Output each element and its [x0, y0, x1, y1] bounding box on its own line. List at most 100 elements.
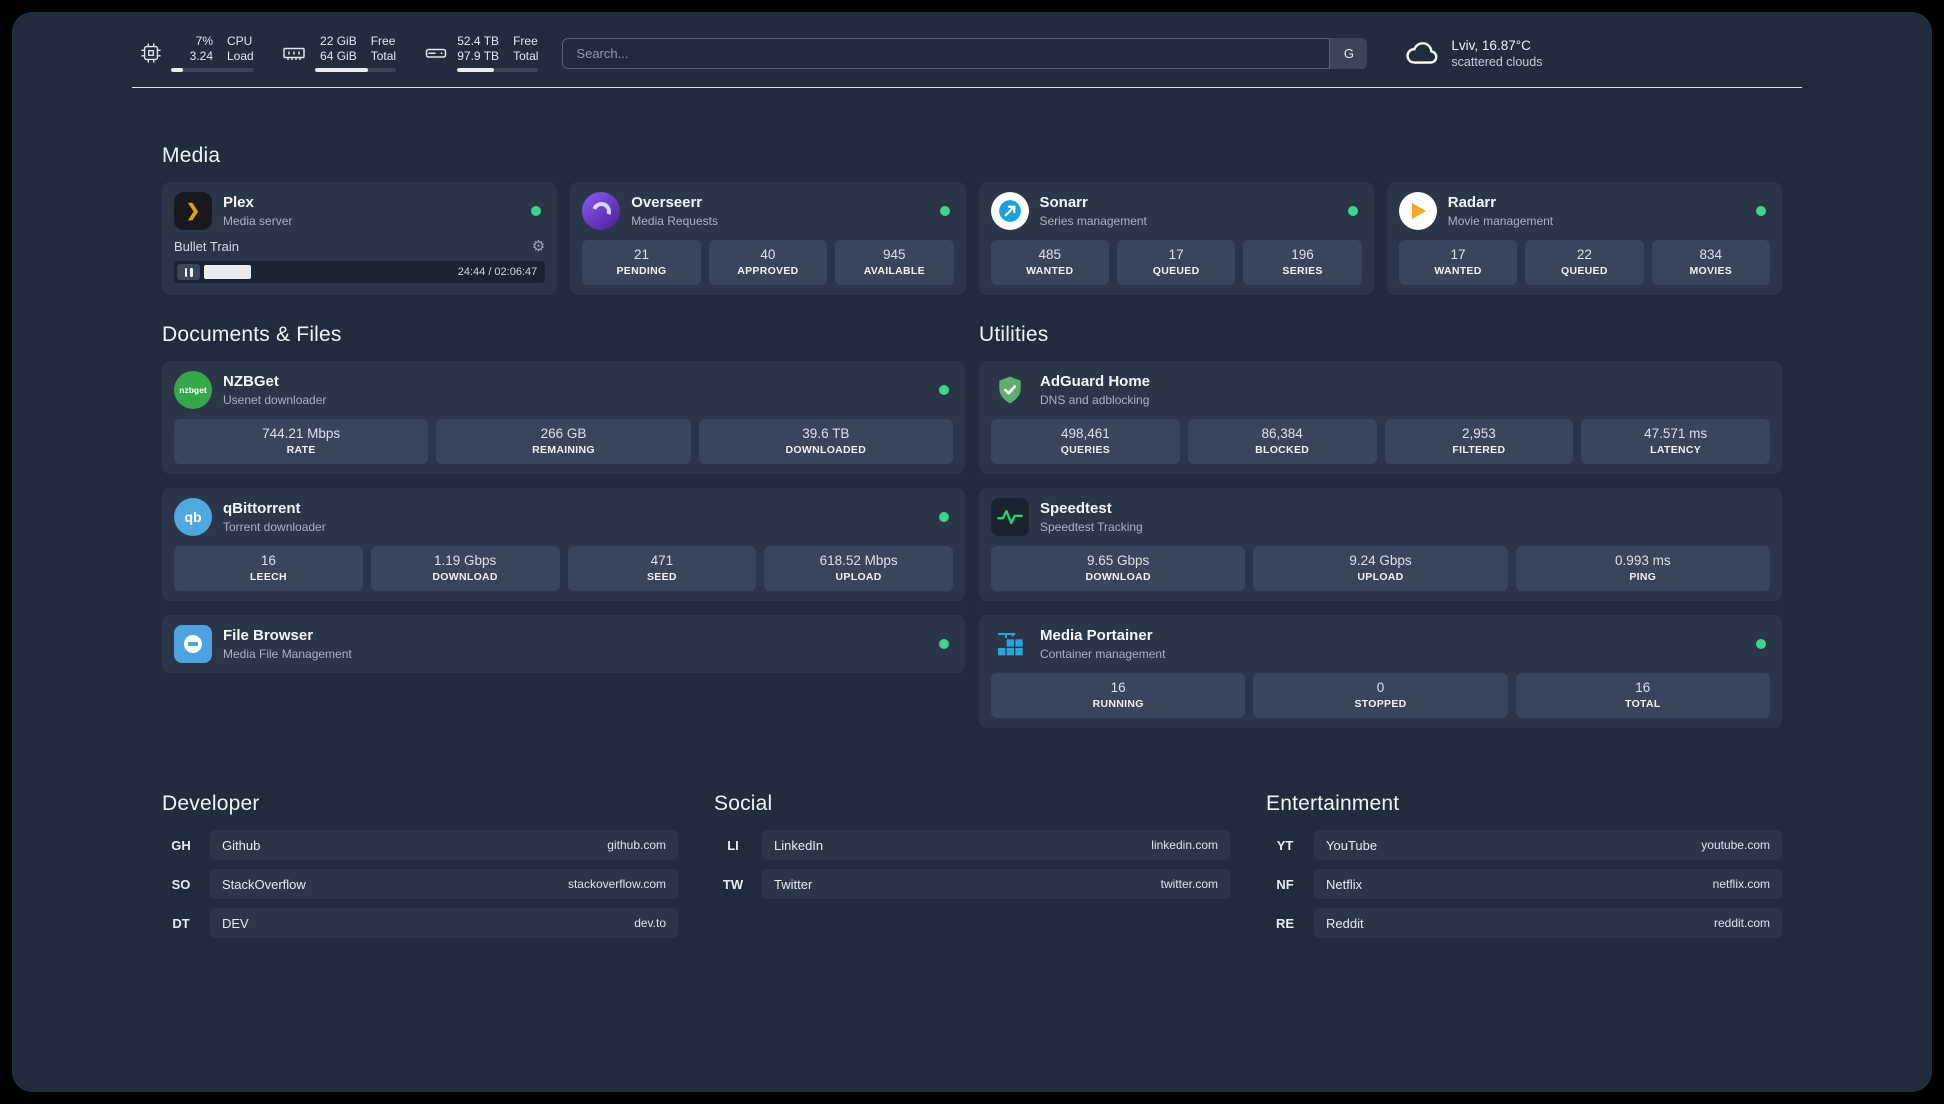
- stat-tile: 471 SEED: [567, 546, 757, 591]
- documents-column: Documents & Files nzbget NZBGet Usenet d…: [162, 323, 965, 687]
- stat-tile: 266 GB REMAINING: [436, 419, 691, 464]
- bookmarks-entertainment: Entertainment YT YouTube youtube.com NF …: [1266, 792, 1782, 947]
- bookmark-abbr: GH: [162, 830, 200, 860]
- cpu-percent: 7%: [195, 34, 213, 48]
- status-dot: [1756, 639, 1766, 649]
- bookmark-youtube[interactable]: YT YouTube youtube.com: [1266, 830, 1782, 860]
- search-engine-button[interactable]: G: [1329, 37, 1368, 69]
- section-title-utilities: Utilities: [979, 323, 1049, 346]
- app-card-speedtest[interactable]: Speedtest Speedtest Tracking 9.65 Gbps D…: [979, 488, 1782, 601]
- dashboard-panel: 7% 3.24 CPU Load 22 GiB 64 GiB Free Tota…: [12, 12, 1932, 1092]
- stat-tile: 834 MOVIES: [1651, 240, 1771, 285]
- app-name: qBittorrent: [223, 500, 301, 517]
- section-title-developer: Developer: [162, 792, 260, 815]
- stat-tile: 16 RUNNING: [991, 673, 1246, 718]
- bookmark-abbr: SO: [162, 869, 200, 899]
- storage-widget: 52.4 TB 97.9 TB Free Total: [424, 34, 539, 72]
- search-input[interactable]: [562, 37, 1368, 69]
- playback-progress-bar[interactable]: 24:44 / 02:06:47: [174, 261, 546, 283]
- bookmark-url: linkedin.com: [1151, 838, 1218, 852]
- stat-tile: 21 PENDING: [582, 240, 701, 285]
- playback-progress-fill: [204, 265, 251, 279]
- stat-label: QUERIES: [1060, 444, 1111, 456]
- app-card-adguard[interactable]: AdGuard Home DNS and adblocking 498,461 …: [979, 361, 1782, 474]
- app-name: Media Portainer: [1040, 627, 1153, 644]
- stat-label: WANTED: [1026, 265, 1074, 277]
- app-card-overseerr[interactable]: Overseerr Media Requests 21 PENDING 40 A…: [570, 182, 966, 295]
- stat-value: 0.993 ms: [1615, 553, 1671, 568]
- stat-label: AVAILABLE: [863, 265, 925, 277]
- stat-value: 39.6 TB: [802, 426, 850, 441]
- status-dot: [939, 512, 949, 522]
- stat-tile: 22 QUEUED: [1525, 240, 1644, 285]
- stat-tile: 39.6 TB DOWNLOADED: [698, 419, 953, 464]
- bookmark-stackoverflow[interactable]: SO StackOverflow stackoverflow.com: [162, 869, 678, 899]
- stat-label: RUNNING: [1092, 698, 1144, 710]
- stat-value: 2,953: [1461, 426, 1496, 441]
- stat-value: 834: [1699, 247, 1723, 262]
- adguard-icon: [991, 371, 1029, 409]
- stat-label: DOWNLOADED: [785, 444, 867, 456]
- app-card-filebrowser[interactable]: File Browser Media File Management: [162, 615, 965, 673]
- bookmark-dev[interactable]: DT DEV dev.to: [162, 908, 678, 938]
- stat-label: DOWNLOAD: [1085, 571, 1151, 583]
- bookmark-linkedin[interactable]: LI LinkedIn linkedin.com: [714, 830, 1230, 860]
- now-playing-title: Bullet Train: [174, 238, 240, 254]
- media-grid: ❯ Plex Media server Bullet Train ⚙ 24:44…: [162, 182, 1782, 295]
- app-desc: DNS and adblocking: [1040, 393, 1150, 407]
- stat-tile: 196 SERIES: [1243, 240, 1362, 285]
- stat-value: 17: [1168, 247, 1184, 262]
- app-card-nzbget[interactable]: nzbget NZBGet Usenet downloader 744.21 M…: [162, 361, 965, 474]
- app-desc: Torrent downloader: [223, 520, 326, 534]
- bookmark-netflix[interactable]: NF Netflix netflix.com: [1266, 869, 1782, 899]
- app-card-radarr[interactable]: Radarr Movie management 17 WANTED 22 QUE…: [1386, 182, 1782, 295]
- bookmark-pill: Github github.com: [210, 830, 678, 860]
- app-card-qbittorrent[interactable]: qb qBittorrent Torrent downloader 16 LEE…: [162, 488, 965, 601]
- stat-value: 17: [1450, 247, 1466, 262]
- app-card-portainer[interactable]: Media Portainer Container management 16 …: [979, 615, 1782, 728]
- bookmark-url: twitter.com: [1160, 877, 1218, 891]
- settings-gear-icon[interactable]: ⚙: [532, 237, 545, 255]
- memory-total-label: Total: [370, 49, 397, 63]
- stat-value: 618.52 Mbps: [819, 553, 898, 568]
- bookmark-url: reddit.com: [1713, 916, 1770, 930]
- bookmark-abbr: DT: [162, 908, 200, 938]
- pause-icon[interactable]: [177, 264, 200, 280]
- stat-label: APPROVED: [737, 265, 799, 277]
- stat-tile: 40 APPROVED: [708, 240, 828, 285]
- stat-value: 744.21 Mbps: [262, 426, 341, 441]
- stat-value: 16: [1110, 680, 1126, 695]
- stat-value: 945: [883, 247, 906, 262]
- radarr-icon: [1398, 192, 1437, 230]
- sonarr-icon: [990, 192, 1029, 230]
- bookmark-name: DEV: [222, 915, 249, 931]
- plex-now-playing: Bullet Train ⚙ 24:44 / 02:06:47: [174, 237, 546, 283]
- bookmark-reddit[interactable]: RE Reddit reddit.com: [1266, 908, 1782, 938]
- bookmark-github[interactable]: GH Github github.com: [162, 830, 678, 860]
- stat-tile: 618.52 Mbps UPLOAD: [764, 546, 953, 591]
- app-name: Sonarr: [1039, 194, 1088, 211]
- stat-tile: 17 WANTED: [1398, 240, 1518, 285]
- weather-condition: scattered clouds: [1451, 54, 1543, 69]
- stat-label: REMAINING: [532, 444, 595, 456]
- status-dot: [1347, 206, 1358, 216]
- stat-value: 485: [1038, 247, 1061, 262]
- app-card-plex[interactable]: ❯ Plex Media server Bullet Train ⚙ 24:44…: [162, 182, 558, 295]
- overseerr-icon: [582, 192, 621, 230]
- cpu-progress-bar: [171, 68, 254, 72]
- bookmark-abbr: YT: [1266, 830, 1304, 860]
- app-name: Speedtest: [1040, 500, 1112, 517]
- cpu-widget: 7% 3.24 CPU Load: [140, 34, 254, 72]
- memory-total-value: 64 GiB: [320, 49, 357, 63]
- utilities-column: Utilities AdGuard Home DNS and adblockin…: [979, 323, 1782, 742]
- filebrowser-icon: [174, 625, 212, 663]
- memory-free-label: Free: [370, 34, 396, 48]
- stat-value: 471: [650, 553, 674, 568]
- stat-value: 47.571 ms: [1644, 426, 1708, 441]
- app-card-sonarr[interactable]: Sonarr Series management 485 WANTED 17 Q…: [978, 182, 1374, 295]
- app-desc: Media Requests: [631, 214, 718, 228]
- bookmark-twitter[interactable]: TW Twitter twitter.com: [714, 869, 1230, 899]
- topbar: 7% 3.24 CPU Load 22 GiB 64 GiB Free Tota…: [12, 12, 1932, 72]
- bookmark-abbr: TW: [714, 869, 752, 899]
- stat-value: 0: [1376, 680, 1385, 695]
